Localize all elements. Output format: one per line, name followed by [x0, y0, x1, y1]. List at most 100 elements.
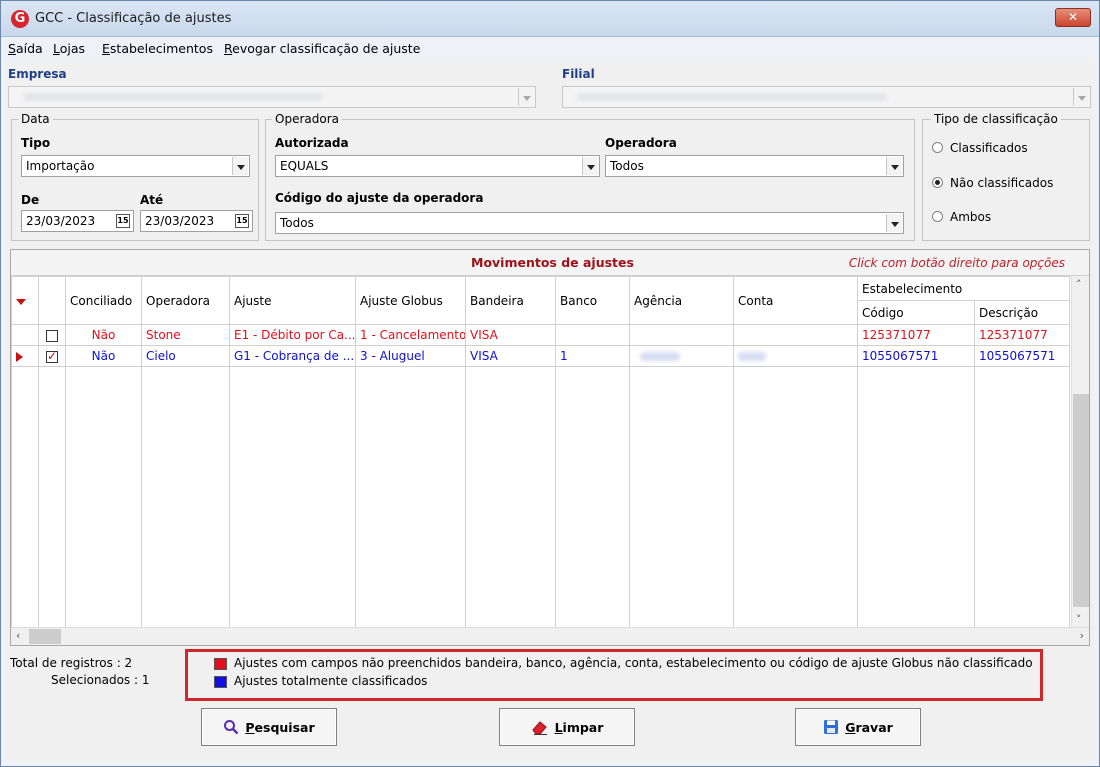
cell-operadora: Cielo	[141, 345, 230, 367]
gravar-button[interactable]: Gravar	[795, 708, 921, 746]
row-indicator[interactable]	[11, 324, 39, 346]
legend-box: Ajustes com campos não preenchidos bande…	[185, 649, 1043, 701]
grid-title: Movimentos de ajustes	[471, 255, 634, 270]
content-area: Empresa Filial Data Tipo Importação De 2…	[7, 61, 1093, 761]
col-operadora[interactable]: Operadora	[141, 276, 230, 325]
col-codigo[interactable]: Código	[857, 300, 975, 325]
col-agencia[interactable]: Agência	[629, 276, 734, 325]
filial-label: Filial	[562, 67, 595, 81]
table-row[interactable]: Não Cielo G1 - Cobrança de ... 3 - Alugu…	[11, 345, 1071, 367]
codigo-ajuste-value: Todos	[280, 216, 314, 230]
row-checkbox[interactable]	[46, 329, 58, 342]
cell-agencia	[629, 324, 734, 346]
col-conciliado[interactable]: Conciliado	[65, 276, 142, 325]
cell-ajuste-globus: 1 - Cancelamento	[355, 324, 466, 346]
empresa-select[interactable]	[8, 86, 536, 108]
menu-lojas[interactable]: Lojas	[53, 41, 85, 56]
col-ajuste-globus[interactable]: Ajuste Globus	[355, 276, 466, 325]
vertical-scrollbar[interactable]: ˄ ˅	[1071, 276, 1089, 628]
cell-ajuste: E1 - Débito por Ca...	[229, 324, 356, 346]
col-bandeira[interactable]: Bandeira	[465, 276, 556, 325]
legend-blue-swatch	[214, 676, 227, 688]
menu-revogar-classificacao[interactable]: Revogar classificação de ajuste	[224, 41, 420, 56]
de-date-input[interactable]: 23/03/2023 15	[21, 210, 134, 232]
radio-ambos-label[interactable]: Ambos	[950, 210, 991, 224]
tipo-select[interactable]: Importação	[21, 155, 250, 177]
current-row-arrow-icon	[16, 351, 23, 362]
menu-estabelecimentos[interactable]: Estabelecimentos	[102, 41, 213, 56]
codigo-ajuste-label: Código do ajuste da operadora	[275, 191, 484, 205]
autorizada-label: Autorizada	[275, 136, 349, 150]
scroll-right-icon[interactable]: ›	[1080, 629, 1084, 642]
horizontal-scroll-thumb[interactable]	[29, 629, 61, 644]
cell-codigo: 1055067571	[857, 345, 975, 367]
col-conta[interactable]: Conta	[733, 276, 858, 325]
title-bar: G GCC - Classificação de ajustes ✕	[1, 1, 1099, 37]
menu-saida[interactable]: Saída	[8, 41, 43, 56]
chevron-down-icon[interactable]	[886, 214, 902, 232]
ate-date-input[interactable]: 23/03/2023 15	[140, 210, 253, 232]
cell-banco: 1	[555, 345, 630, 367]
scroll-left-icon[interactable]: ‹	[16, 629, 20, 642]
limpar-label: Limpar	[554, 719, 604, 735]
check-column-header[interactable]	[38, 276, 66, 325]
de-date-value: 23/03/2023	[26, 214, 96, 228]
col-estabelecimento[interactable]: Estabelecimento	[856, 276, 1071, 301]
row-checkbox-cell[interactable]	[38, 324, 66, 346]
codigo-ajuste-select[interactable]: Todos	[275, 212, 904, 234]
gravar-label: Gravar	[845, 719, 893, 735]
chevron-down-icon[interactable]	[1073, 88, 1089, 106]
chevron-down-icon[interactable]	[582, 157, 598, 175]
radio-classificados-label[interactable]: Classificados	[950, 141, 1028, 155]
radio-nao-classificados-label[interactable]: Não classificados	[950, 176, 1053, 190]
scroll-up-icon[interactable]: ˄	[1076, 278, 1082, 291]
ajustes-grid[interactable]: Movimentos de ajustes Click com botão di…	[10, 249, 1090, 646]
vertical-scroll-thumb[interactable]	[1073, 394, 1089, 607]
operadora-group-title: Operadora	[272, 112, 342, 126]
legend-blue-text: Ajustes totalmente classificados	[234, 674, 428, 688]
autorizada-select[interactable]: EQUALS	[275, 155, 600, 177]
limpar-button[interactable]: Limpar	[499, 708, 635, 746]
de-label: De	[21, 193, 40, 207]
cell-conta	[733, 345, 858, 367]
table-row[interactable]: Não Stone E1 - Débito por Ca... 1 - Canc…	[11, 324, 1071, 346]
calendar-icon[interactable]: 15	[235, 214, 249, 228]
col-banco[interactable]: Banco	[555, 276, 630, 325]
conta-redacted	[738, 352, 766, 361]
row-indicator[interactable]	[11, 345, 39, 367]
col-ajuste[interactable]: Ajuste	[229, 276, 356, 325]
horizontal-scrollbar[interactable]: ‹ ›	[11, 627, 1089, 645]
cell-bandeira: VISA	[465, 345, 556, 367]
tipo-classificacao-title: Tipo de classificação	[931, 112, 1061, 126]
radio-nao-classificados[interactable]	[932, 177, 943, 188]
cell-ajuste-globus: 3 - Aluguel	[355, 345, 466, 367]
filial-select[interactable]	[562, 86, 1091, 108]
radio-ambos[interactable]	[932, 211, 943, 222]
close-button[interactable]: ✕	[1055, 8, 1091, 27]
legend-red-swatch	[214, 658, 227, 670]
radio-classificados[interactable]	[932, 142, 943, 153]
row-checkbox[interactable]	[46, 349, 58, 363]
pesquisar-button[interactable]: Pesquisar	[201, 708, 337, 746]
empresa-redacted	[23, 93, 323, 101]
operadora-select[interactable]: Todos	[605, 155, 904, 177]
eraser-icon	[531, 721, 547, 735]
chevron-down-icon[interactable]	[232, 157, 248, 175]
tipo-value: Importação	[26, 159, 95, 173]
grid-title-bar: Movimentos de ajustes Click com botão di…	[11, 250, 1089, 276]
selecionados-count: Selecionados : 1	[51, 673, 150, 687]
agencia-redacted	[640, 352, 680, 361]
scroll-down-icon[interactable]: ˅	[1076, 613, 1082, 626]
cell-banco	[555, 324, 630, 346]
row-checkbox-cell[interactable]	[38, 345, 66, 367]
col-descricao[interactable]: Descrição	[973, 300, 1071, 325]
cell-conciliado: Não	[65, 324, 142, 346]
chevron-down-icon[interactable]	[518, 88, 534, 106]
calendar-icon[interactable]: 15	[116, 214, 130, 228]
tipo-label: Tipo	[21, 136, 51, 150]
operadora-label: Operadora	[605, 136, 677, 150]
ate-label: Até	[140, 193, 164, 207]
autorizada-value: EQUALS	[280, 159, 329, 173]
sort-column-header[interactable]	[11, 276, 39, 325]
chevron-down-icon[interactable]	[886, 157, 902, 175]
